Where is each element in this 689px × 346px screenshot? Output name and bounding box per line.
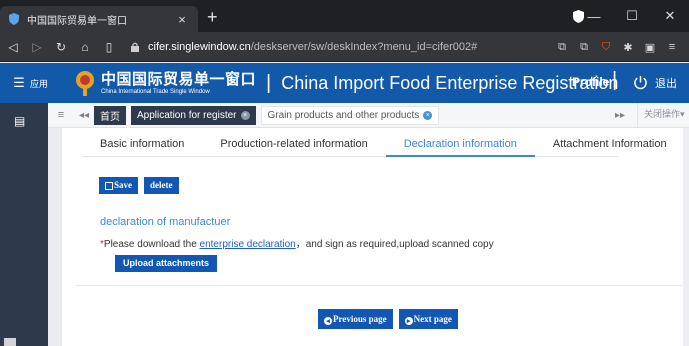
close-operations-label: 关闭操作 bbox=[644, 109, 681, 120]
reload-icon[interactable]: ↻ bbox=[50, 40, 72, 54]
app-title: China Import Food Enterprise Registratio… bbox=[281, 72, 619, 93]
save-label: Save bbox=[114, 180, 132, 190]
pagination: ◂ Previous page ▸ Next page bbox=[318, 309, 464, 329]
scroll-right-icon[interactable]: ▸▸ bbox=[615, 110, 625, 121]
notice-text-before: Please download the bbox=[103, 239, 200, 250]
back-icon[interactable]: ◁ bbox=[2, 40, 24, 54]
next-page-label: Next page bbox=[413, 314, 452, 324]
site-favicon-icon bbox=[8, 13, 20, 25]
arrow-right-circle-icon: ▸ bbox=[404, 317, 413, 325]
delete-button[interactable]: delete bbox=[144, 177, 179, 194]
action-buttons: Save delete bbox=[99, 177, 185, 194]
enterprise-declaration-link[interactable]: enterprise declaration bbox=[200, 239, 296, 250]
share-icon[interactable]: ⧉ bbox=[573, 41, 595, 54]
page-tab-strip: ≡ ◂◂ 首页 Application for register × Grain… bbox=[48, 102, 689, 128]
next-page-button[interactable]: ▸ Next page bbox=[398, 309, 458, 329]
declaration-title: declaration of manufactuer bbox=[100, 216, 231, 228]
main-content: Basic information Production-related inf… bbox=[62, 128, 689, 346]
previous-page-button[interactable]: ◂ Previous page bbox=[318, 309, 393, 329]
tab-home-label: 首页 bbox=[100, 111, 120, 123]
url-path: /deskserver/sw/deskIndex?menu_id=cifer00… bbox=[250, 41, 478, 53]
notice-text-after: ，and sign as required,upload scanned cop… bbox=[295, 239, 494, 250]
tab-basic-information[interactable]: Basic information bbox=[82, 128, 202, 157]
window-icon[interactable]: ▤ bbox=[14, 114, 25, 128]
save-icon bbox=[105, 181, 113, 190]
minimize-button[interactable]: — bbox=[575, 9, 613, 24]
translate-icon[interactable]: ⧉ bbox=[551, 41, 573, 54]
brand-name: 中国国际贸易单一窗口 China International Trade Sin… bbox=[101, 69, 257, 95]
menu-icon[interactable]: ≡ bbox=[661, 41, 683, 53]
header-separator: | bbox=[266, 71, 272, 94]
apps-label[interactable]: 应用 bbox=[30, 77, 48, 90]
form-tabs: Basic information Production-related inf… bbox=[82, 128, 667, 157]
sidebar-scrollbar[interactable] bbox=[4, 338, 16, 346]
browser-tab-bar: 中国国际贸易单一窗口 × + — ☐ ✕ bbox=[0, 0, 689, 32]
previous-page-label: Previous page bbox=[333, 314, 387, 324]
close-tab-icon[interactable]: × bbox=[174, 12, 190, 27]
scroll-left-icon[interactable]: ◂◂ bbox=[74, 110, 94, 121]
upload-attachments-button[interactable]: Upload attachments bbox=[115, 255, 218, 272]
sidebar-toggle-icon[interactable]: ▣ bbox=[639, 41, 661, 54]
power-icon[interactable] bbox=[633, 75, 648, 90]
browser-tab[interactable]: 中国国际贸易单一窗口 × bbox=[0, 6, 198, 32]
lock-icon bbox=[131, 42, 139, 52]
tab-label: Application for register bbox=[137, 109, 237, 121]
extensions-icon[interactable]: ✱ bbox=[617, 41, 639, 54]
arrow-left-circle-icon: ◂ bbox=[324, 317, 332, 325]
logout-link[interactable]: 退出 bbox=[655, 75, 677, 91]
tab-declaration-information[interactable]: Declaration information bbox=[385, 128, 535, 157]
address-bar[interactable]: cifer.singlewindow.cn /deskserver/sw/des… bbox=[130, 37, 560, 57]
home-icon[interactable]: ⌂ bbox=[74, 40, 96, 54]
brand-logo-icon bbox=[76, 71, 95, 96]
new-tab-button[interactable]: + bbox=[207, 8, 218, 26]
brave-shield-icon[interactable]: ⛉ bbox=[595, 41, 617, 54]
browser-toolbar: ◁ ▷ ↻ ⌂ ▯ cifer.singlewindow.cn /deskser… bbox=[0, 32, 689, 62]
tab-attachment-information[interactable]: Attachment Information bbox=[535, 128, 685, 157]
forward-icon[interactable]: ▷ bbox=[26, 40, 48, 54]
tab-home[interactable]: 首页 bbox=[94, 105, 126, 125]
header-separator-2: | bbox=[612, 69, 618, 91]
browser-tab-title: 中国国际贸易单一窗口 bbox=[27, 15, 127, 27]
profile-link[interactable]: Profile bbox=[572, 75, 609, 89]
content-divider bbox=[76, 285, 683, 286]
tab-label: Grain products and other products bbox=[267, 109, 420, 121]
brand-name-en: China International Trade Single Window bbox=[101, 88, 210, 95]
app-header: ☰ 应用 中国国际贸易单一窗口 China International Trad… bbox=[0, 63, 689, 103]
url-host: cifer.singlewindow.cn bbox=[148, 41, 251, 53]
left-sidebar: ▤ bbox=[0, 103, 48, 346]
close-tab-icon[interactable]: × bbox=[240, 110, 250, 120]
close-operations-dropdown[interactable]: 关闭操作▾ bbox=[637, 102, 689, 128]
brand-name-cn: 中国国际贸易单一窗口 bbox=[101, 69, 257, 88]
tab-production-information[interactable]: Production-related information bbox=[202, 128, 385, 157]
declaration-notice: *Please download the enterprise declarat… bbox=[100, 235, 494, 250]
maximize-button[interactable]: ☐ bbox=[613, 8, 651, 24]
bookmark-icon[interactable]: ▯ bbox=[98, 40, 120, 54]
close-tab-icon[interactable]: × bbox=[423, 110, 433, 120]
content-right-gutter bbox=[683, 128, 689, 346]
tab-application-register[interactable]: Application for register × bbox=[131, 105, 256, 125]
close-window-button[interactable]: ✕ bbox=[651, 8, 689, 24]
collapse-menu-icon[interactable]: ≡ bbox=[48, 109, 74, 121]
tab-grain-products[interactable]: Grain products and other products × bbox=[260, 105, 440, 125]
save-button[interactable]: Save bbox=[99, 177, 138, 194]
